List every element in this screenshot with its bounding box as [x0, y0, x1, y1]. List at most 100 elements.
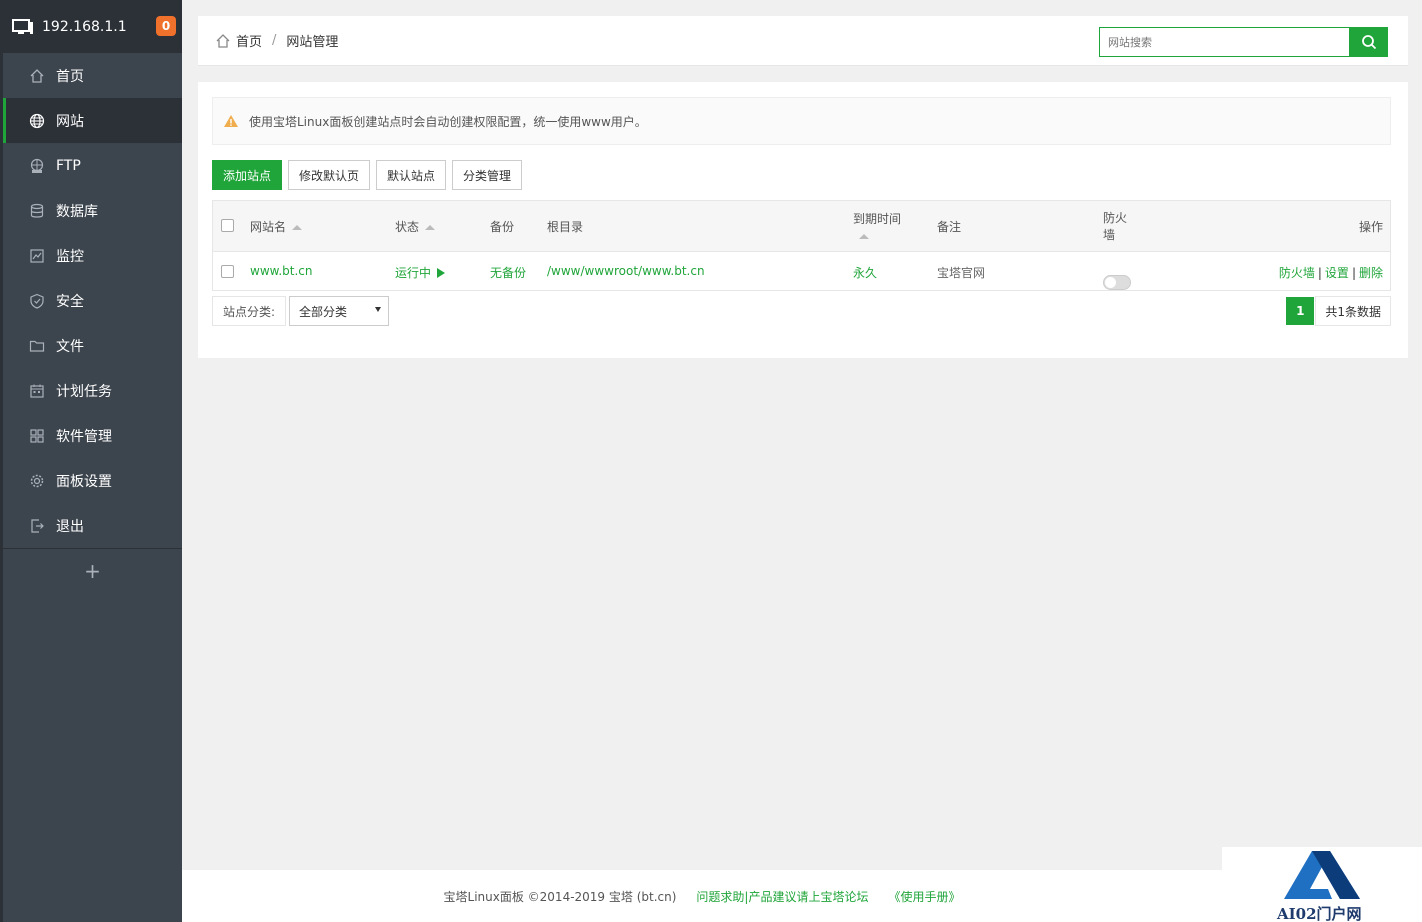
manual-link[interactable]: 《使用手册》 [888, 888, 960, 905]
ftp-icon [29, 158, 45, 174]
header-remark: 备注 [937, 220, 962, 234]
sidebar-item-label: 网站 [56, 113, 84, 130]
sidebar-item-home[interactable]: 首页 [3, 53, 182, 98]
watermark-text: AI02门户网 [1277, 905, 1362, 922]
monitor-icon [12, 18, 33, 34]
sidebar-item-label: 文件 [56, 338, 84, 355]
site-expire[interactable]: 永久 [853, 264, 877, 281]
site-search [1099, 27, 1388, 57]
sort-asc-icon [292, 225, 303, 230]
sidebar-add-button[interactable]: + [3, 548, 182, 592]
watermark-logo: AI02门户网 [1222, 847, 1422, 922]
sidebar-item-software[interactable]: 软件管理 [3, 413, 182, 458]
shield-icon [29, 293, 45, 309]
logout-icon [29, 518, 45, 534]
sidebar: 192.168.1.1 0 首页 网站 FTP 数据库 监控 安全 文件 计划任… [0, 0, 182, 922]
monitor-chart-icon [29, 248, 45, 264]
header-status[interactable]: 状态 [395, 218, 436, 235]
apps-grid-icon [29, 428, 45, 444]
breadcrumb-separator: / [272, 33, 277, 48]
permission-notice: 使用宝塔Linux面板创建站点时会自动创建权限配置，统一使用www用户。 [212, 97, 1391, 145]
total-count: 共1条数据 [1315, 296, 1391, 326]
firewall-link[interactable]: 防火墙 [1279, 266, 1315, 280]
header-backup: 备份 [490, 220, 515, 234]
category-label: 站点分类: [212, 296, 287, 326]
site-root-link[interactable]: /www/wwwroot/www.bt.cn [547, 264, 705, 278]
site-name-link[interactable]: www.bt.cn [250, 264, 313, 278]
sidebar-item-monitor[interactable]: 监控 [3, 233, 182, 278]
globe-icon [29, 113, 45, 129]
folder-icon [29, 338, 45, 354]
sidebar-item-security[interactable]: 安全 [3, 278, 182, 323]
sidebar-item-website[interactable]: 网站 [3, 98, 182, 143]
site-remark[interactable]: 宝塔官网 [937, 264, 985, 281]
page-footer: 宝塔Linux面板 ©2014-2019 宝塔 (bt.cn) 问题求助|产品建… [182, 870, 1222, 922]
sidebar-item-label: 安全 [56, 293, 84, 310]
sidebar-item-panel-settings[interactable]: 面板设置 [3, 458, 182, 503]
home-icon [29, 68, 45, 84]
select-all-checkbox[interactable] [221, 219, 234, 232]
site-management-panel: 使用宝塔Linux面板创建站点时会自动创建权限配置，统一使用www用户。 添加站… [198, 82, 1408, 358]
row-operations: 防火墙 | 设置 | 删除 [1278, 266, 1383, 280]
sidebar-item-label: 数据库 [56, 203, 98, 220]
header-name[interactable]: 网站名 [250, 218, 303, 235]
warning-icon [224, 115, 238, 127]
category-select[interactable]: 全部分类 [289, 296, 389, 326]
sidebar-item-logout[interactable]: 退出 [3, 503, 182, 548]
dropdown-arrow-icon [375, 307, 381, 312]
header-root: 根目录 [547, 220, 584, 234]
sidebar-item-label: 面板设置 [56, 473, 112, 490]
search-input[interactable] [1099, 27, 1349, 57]
site-backup[interactable]: 无备份 [490, 264, 526, 281]
sidebar-item-cron[interactable]: 计划任务 [3, 368, 182, 413]
notice-text: 使用宝塔Linux面板创建站点时会自动创建权限配置，统一使用www用户。 [249, 114, 647, 129]
breadcrumb: 首页 / 网站管理 [198, 31, 338, 50]
sort-asc-icon [425, 225, 436, 230]
play-icon [436, 268, 445, 278]
default-site-button[interactable]: 默认站点 [376, 160, 447, 190]
search-icon [1361, 35, 1376, 50]
breadcrumb-current: 网站管理 [286, 35, 339, 50]
toolbar: 添加站点 修改默认页 默认站点 分类管理 [212, 160, 528, 190]
home-icon [216, 33, 230, 48]
sidebar-header: 192.168.1.1 0 [3, 0, 182, 53]
calendar-icon [29, 383, 45, 399]
copyright-text: 宝塔Linux面板 ©2014-2019 宝塔 (bt.cn) [443, 889, 677, 904]
site-table: 网站名 状态 备份 根目录 到期时间 备注 防火墙 操作 www.bt.cn 运… [212, 200, 1391, 291]
category-manage-button[interactable]: 分类管理 [452, 160, 523, 190]
top-bar: 首页 / 网站管理 [198, 16, 1408, 66]
delete-link[interactable]: 删除 [1359, 266, 1383, 280]
sidebar-item-label: 计划任务 [56, 383, 112, 400]
watermark-a-logo-icon [1284, 851, 1360, 899]
table-footer: 站点分类: 全部分类 1 共1条数据 [212, 296, 1391, 326]
header-ops: 操作 [1358, 220, 1383, 234]
sidebar-item-label: 首页 [56, 68, 84, 85]
pagination: 1 共1条数据 [1286, 296, 1391, 326]
sidebar-item-label: 监控 [56, 248, 84, 265]
database-icon [29, 203, 45, 219]
site-status[interactable]: 运行中 [395, 264, 445, 281]
header-expire[interactable]: 到期时间 [853, 210, 901, 241]
row-checkbox[interactable] [221, 265, 234, 278]
sort-asc-icon [859, 234, 869, 239]
sidebar-item-label: 退出 [56, 518, 84, 535]
forum-help-link[interactable]: 问题求助|产品建议请上宝塔论坛 [696, 888, 868, 905]
sidebar-item-label: FTP [56, 157, 81, 174]
firewall-toggle[interactable] [1103, 274, 1131, 290]
header-firewall: 防火墙 [1103, 211, 1128, 242]
sidebar-item-files[interactable]: 文件 [3, 323, 182, 368]
server-ip: 192.168.1.1 [42, 18, 127, 35]
edit-default-page-button[interactable]: 修改默认页 [288, 160, 371, 190]
search-button[interactable] [1349, 27, 1388, 57]
notification-badge[interactable]: 0 [156, 16, 176, 36]
add-site-button[interactable]: 添加站点 [212, 160, 283, 190]
sidebar-item-database[interactable]: 数据库 [3, 188, 182, 233]
breadcrumb-home[interactable]: 首页 [236, 31, 262, 50]
sidebar-item-label: 软件管理 [56, 428, 112, 445]
table-header: 网站名 状态 备份 根目录 到期时间 备注 防火墙 操作 [213, 201, 1390, 252]
page-1-button[interactable]: 1 [1286, 297, 1315, 325]
sidebar-item-ftp[interactable]: FTP [3, 143, 182, 188]
table-row: www.bt.cn 运行中 无备份 /www/wwwroot/www.bt.cn… [213, 252, 1390, 290]
gear-icon [29, 473, 45, 489]
settings-link[interactable]: 设置 [1325, 266, 1349, 280]
